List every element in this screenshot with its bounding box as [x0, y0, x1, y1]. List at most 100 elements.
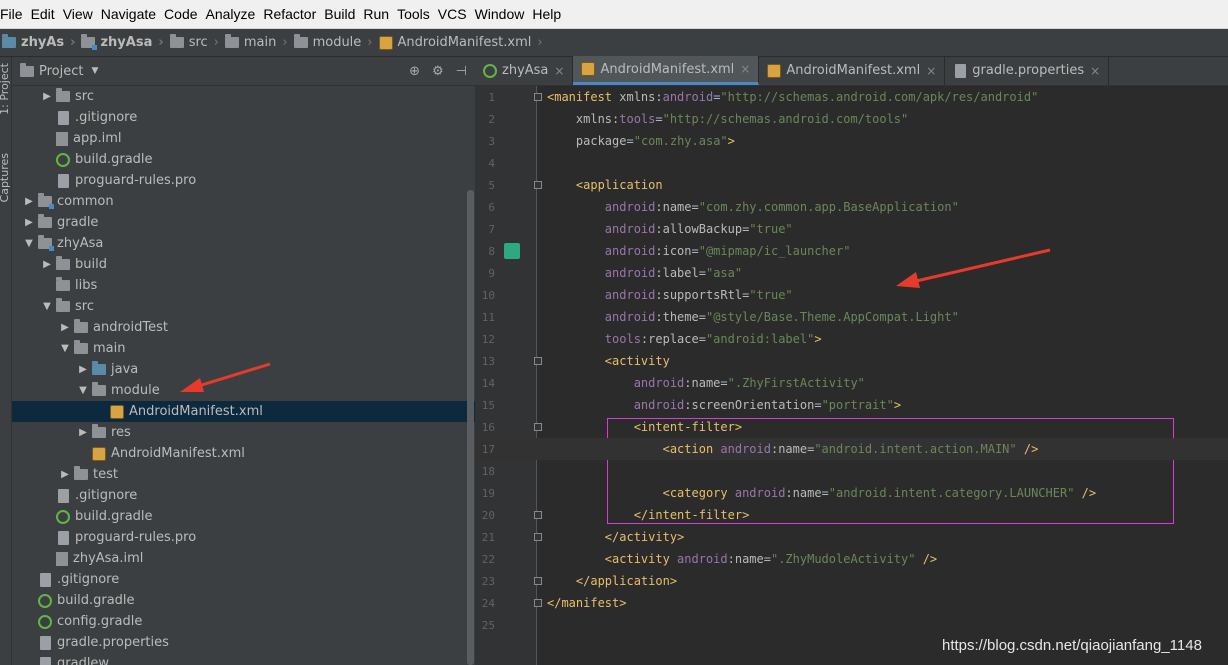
fold-marker-icon[interactable] — [534, 93, 542, 101]
tree-item[interactable]: ▶ res — [12, 422, 475, 443]
tree-item[interactable]: ▶ gradle — [12, 212, 475, 233]
tree-item[interactable]: ▶ common — [12, 191, 475, 212]
collapse-arrow-icon[interactable]: ▶ — [58, 469, 72, 480]
code-text: android:name=".ZhyFirstActivity" — [547, 376, 865, 390]
hide-panel-icon[interactable]: ⊣ — [456, 64, 467, 79]
collapse-arrow-icon[interactable]: ▶ — [40, 259, 54, 270]
menu-file[interactable]: File — [0, 6, 27, 22]
tree-item[interactable]: .gitignore — [12, 485, 475, 506]
tree-item[interactable]: ▶ test — [12, 464, 475, 485]
tree-item[interactable]: ▼ main — [12, 338, 475, 359]
editor-tab[interactable]: AndroidManifest.xml × — [573, 56, 760, 85]
collapse-arrow-icon[interactable]: ▶ — [76, 364, 90, 375]
expand-arrow-icon[interactable]: ▼ — [22, 238, 36, 249]
expand-arrow-icon[interactable]: ▼ — [76, 385, 90, 396]
menu-code[interactable]: Code — [160, 6, 201, 22]
tree-item[interactable]: ▼ zhyAsa — [12, 233, 475, 254]
menu-help[interactable]: Help — [528, 6, 565, 22]
gradle-icon — [38, 614, 52, 629]
menu-refactor[interactable]: Refactor — [259, 6, 320, 22]
tree-item[interactable]: .gitignore — [12, 107, 475, 128]
tree-item[interactable]: libs — [12, 275, 475, 296]
code-token: /> — [1074, 486, 1097, 500]
breadcrumb-item[interactable]: src › — [169, 34, 219, 50]
code-token: "asa" — [705, 266, 743, 280]
code-token: = — [655, 112, 663, 126]
captures-tool-button[interactable]: Captures — [0, 153, 11, 202]
tree-item[interactable]: app.iml — [12, 128, 475, 149]
tree-item[interactable]: gradle.properties — [12, 632, 475, 653]
folder-icon — [92, 424, 106, 438]
project-panel-header: Project ▼ ⊕ ⚙ ⊣ — [12, 57, 475, 86]
menu-window[interactable]: Window — [471, 6, 529, 22]
tree-item-label: config.gradle — [57, 614, 143, 629]
close-icon[interactable]: × — [1090, 64, 1100, 78]
menu-run[interactable]: Run — [359, 6, 393, 22]
code-text: android:label="asa" — [547, 266, 742, 280]
code-editor[interactable]: 1 <manifest xmlns:android="http://schemas… — [475, 86, 1228, 665]
menu-build[interactable]: Build — [320, 6, 359, 22]
collapse-arrow-icon[interactable]: ▶ — [58, 322, 72, 333]
code-line: 23 </application> — [475, 570, 1228, 592]
editor-tab[interactable]: zhyAsa × — [475, 56, 574, 85]
close-icon[interactable]: × — [740, 62, 750, 76]
code-token: "true" — [749, 222, 793, 236]
project-view-selector[interactable]: Project ▼ — [20, 62, 98, 79]
tree-item[interactable]: AndroidManifest.xml — [12, 443, 475, 464]
tree-item[interactable]: ▶ androidTest — [12, 317, 475, 338]
code-token: :icon — [655, 244, 692, 258]
project-tool-button[interactable]: 1: Project — [0, 63, 11, 115]
menu-analyze[interactable]: Analyze — [202, 6, 260, 22]
menu-navigate[interactable]: Navigate — [97, 6, 160, 22]
tree-item[interactable]: ▶ src — [12, 86, 475, 107]
collapse-arrow-icon[interactable]: ▶ — [22, 196, 36, 207]
scroll-from-source-icon[interactable]: ⊕ — [409, 64, 420, 79]
tree-item[interactable]: config.gradle — [12, 611, 475, 632]
fold-marker-icon[interactable] — [534, 577, 542, 585]
tree-item[interactable]: AndroidManifest.xml — [12, 401, 475, 422]
tree-item[interactable]: proguard-rules.pro — [12, 527, 475, 548]
fold-marker-icon[interactable] — [534, 533, 542, 541]
fold-marker-icon[interactable] — [534, 181, 542, 189]
menu-bar: File Edit View Navigate Code Analyze Refactor B… — [0, 0, 1228, 29]
tree-item[interactable]: build.gradle — [12, 149, 475, 170]
project-tree-scrollbar[interactable] — [467, 190, 474, 665]
breadcrumb-item[interactable]: zhyAs › — [2, 34, 75, 50]
tree-item[interactable]: .gitignore — [12, 569, 475, 590]
breadcrumb-item[interactable]: main › — [224, 34, 288, 50]
expand-arrow-icon[interactable]: ▼ — [58, 343, 72, 354]
code-text: </manifest> — [547, 596, 626, 610]
gear-icon[interactable]: ⚙ — [432, 64, 444, 79]
tree-item[interactable]: proguard-rules.pro — [12, 170, 475, 191]
close-icon[interactable]: × — [554, 64, 564, 78]
collapse-arrow-icon[interactable]: ▶ — [76, 427, 90, 438]
tree-item[interactable]: ▶ build — [12, 254, 475, 275]
fold-marker-icon[interactable] — [534, 511, 542, 519]
code-token: > — [893, 398, 902, 412]
code-token: android — [547, 310, 656, 324]
menu-tools[interactable]: Tools — [393, 6, 434, 22]
menu-view[interactable]: View — [59, 6, 97, 22]
fold-marker-icon[interactable] — [534, 357, 542, 365]
menu-vcs[interactable]: VCS — [434, 6, 471, 22]
code-line: 8 android:icon="@mipmap/ic_launcher" — [475, 240, 1228, 262]
editor-tab[interactable]: AndroidManifest.xml × — [759, 56, 946, 85]
collapse-arrow-icon[interactable]: ▶ — [22, 217, 36, 228]
tree-item[interactable]: build.gradle — [12, 590, 475, 611]
breadcrumb-item[interactable]: AndroidManifest.xml › — [378, 35, 543, 50]
tree-item[interactable]: build.gradle — [12, 506, 475, 527]
annotation-arrow-editor — [896, 248, 1051, 288]
breadcrumb-item[interactable]: module › — [293, 34, 373, 50]
menu-edit[interactable]: Edit — [27, 6, 59, 22]
tree-item[interactable]: ▼ src — [12, 296, 475, 317]
editor-tab[interactable]: gradle.properties × — [945, 56, 1110, 85]
close-icon[interactable]: × — [926, 64, 936, 78]
fold-marker-icon[interactable] — [534, 599, 542, 607]
expand-arrow-icon[interactable]: ▼ — [40, 301, 54, 312]
breadcrumb-label: main — [243, 35, 277, 50]
breadcrumb-item[interactable]: zhyAsa › — [81, 34, 164, 50]
collapse-arrow-icon[interactable]: ▶ — [40, 91, 54, 102]
tree-item[interactable]: zhyAsa.iml — [12, 548, 475, 569]
tree-item[interactable]: gradlew — [12, 653, 475, 665]
fold-marker-icon[interactable] — [534, 423, 542, 431]
